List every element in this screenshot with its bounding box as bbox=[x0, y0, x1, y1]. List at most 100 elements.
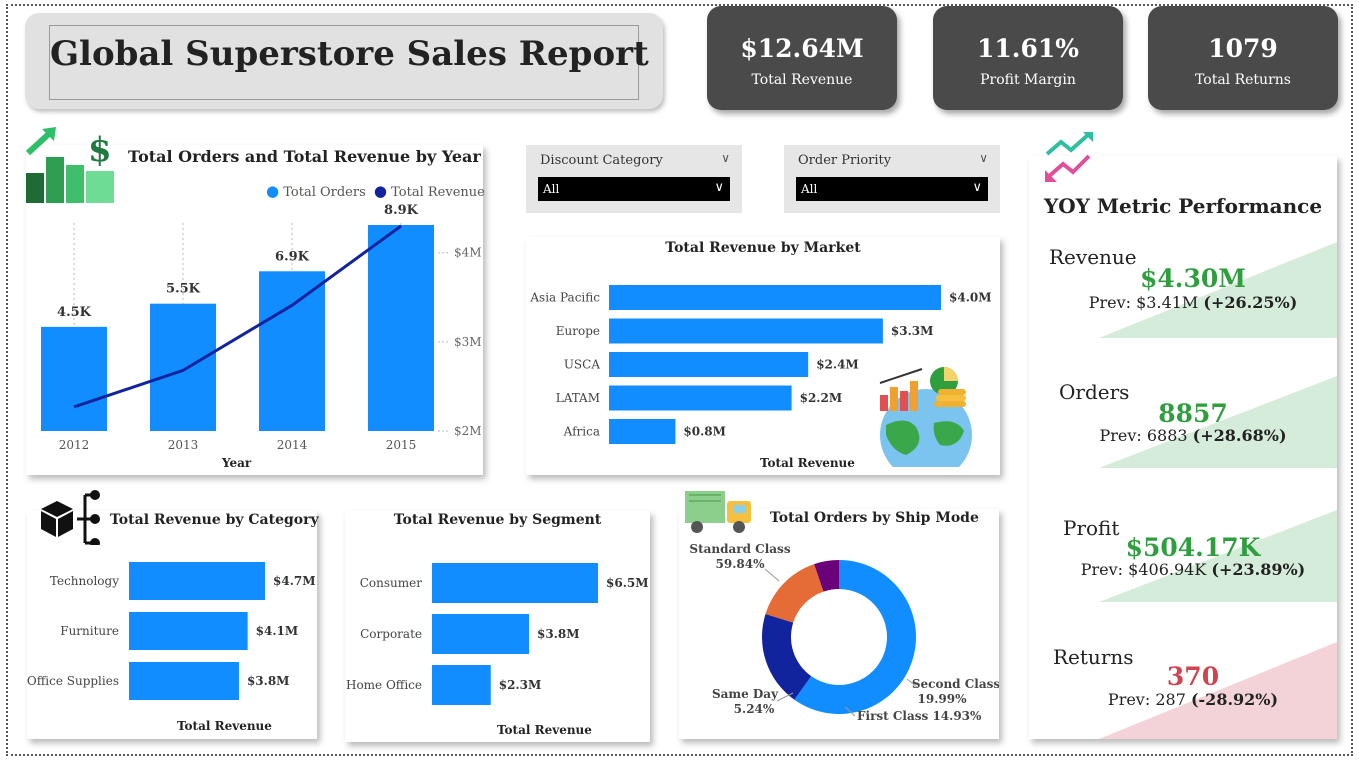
bar bbox=[129, 562, 265, 600]
kpi-value: $12.64M bbox=[740, 34, 864, 63]
y2-tick-label: $4M bbox=[454, 246, 482, 260]
slice-percent: 59.84% bbox=[716, 557, 766, 571]
kpi-label: Total Returns bbox=[1195, 72, 1291, 88]
x-axis-label: Total Revenue bbox=[497, 723, 592, 737]
y-tick-label: Europe bbox=[556, 324, 600, 338]
orders-by-ship-mode-donut: Standard Class59.84% Second Class19.99% Fi… bbox=[689, 542, 999, 723]
prev-label: Prev: bbox=[1080, 560, 1124, 579]
bar-data-label: $3.3M bbox=[891, 324, 934, 338]
slice-label: First Class 14.93% bbox=[857, 709, 982, 723]
chevron-down-icon: ∨ bbox=[714, 180, 724, 195]
bar bbox=[432, 665, 491, 705]
bar-data-label: $0.8M bbox=[683, 425, 726, 439]
x-tick-label: 2014 bbox=[277, 438, 308, 452]
prev-label: Prev: bbox=[1099, 426, 1142, 445]
bar-data-label: 6.9K bbox=[275, 249, 310, 264]
bar-data-label: $3.8M bbox=[537, 627, 580, 641]
x-tick-label: 2012 bbox=[59, 438, 90, 452]
yoy-revenue: Revenue $4.30M Prev: $3.41M (+26.25%) bbox=[1029, 242, 1337, 372]
x-axis-label: Total Revenue bbox=[177, 719, 272, 733]
kpi-profit-margin: 11.61% Profit Margin bbox=[933, 6, 1123, 110]
bar-total-orders bbox=[259, 271, 325, 431]
metric-value: 370 bbox=[1166, 662, 1220, 691]
chevron-down-icon[interactable]: ∨ bbox=[979, 151, 988, 165]
bar bbox=[432, 563, 598, 603]
bar-data-label: $2.4M bbox=[816, 358, 859, 372]
yoy-orders: Orders 8857 Prev: 6883 (+28.68%) bbox=[1029, 376, 1337, 506]
bar-data-label: 8.9K bbox=[384, 203, 419, 218]
prev-value: 6883 bbox=[1146, 426, 1188, 445]
bar bbox=[129, 662, 239, 700]
metric-prev: Prev: 287 (-28.92%) bbox=[1049, 690, 1337, 709]
kpi-total-revenue: $12.64M Total Revenue bbox=[707, 6, 897, 110]
prev-value: $406.94K bbox=[1128, 560, 1207, 579]
bar bbox=[609, 318, 883, 344]
bar-total-orders bbox=[368, 225, 434, 431]
kpi-total-returns: 1079 Total Returns bbox=[1148, 6, 1338, 110]
y-tick-label: Corporate bbox=[360, 627, 422, 641]
bar bbox=[609, 385, 792, 411]
bar-data-label: $2.2M bbox=[800, 391, 843, 405]
metric-prev: Prev: $406.94K (+23.89%) bbox=[1049, 560, 1337, 579]
discount-category-slicer[interactable]: Discount Category ∨ All ∨ bbox=[526, 145, 742, 213]
orders-by-ship-mode-card: Total Orders by Ship Mode Standard Class… bbox=[679, 491, 999, 739]
x-tick-label: 2015 bbox=[386, 438, 417, 452]
bar-data-label: 5.5K bbox=[166, 282, 201, 297]
leader-line bbox=[776, 692, 794, 702]
y-tick-label: Technology bbox=[50, 574, 119, 588]
bar bbox=[609, 285, 941, 310]
metric-prev: Prev: $3.41M (+26.25%) bbox=[1049, 293, 1337, 312]
chevron-down-icon[interactable]: ∨ bbox=[721, 151, 730, 165]
bar bbox=[609, 419, 676, 444]
bar-data-label: $6.5M bbox=[606, 576, 649, 590]
yoy-title: YOY Metric Performance bbox=[1043, 194, 1323, 218]
prev-value: $3.41M bbox=[1136, 293, 1199, 312]
prev-label: Prev: bbox=[1088, 293, 1132, 312]
report-title-box: Global Superstore Sales Report bbox=[49, 25, 649, 100]
order-priority-slicer[interactable]: Order Priority ∨ All ∨ bbox=[784, 145, 1000, 213]
y-tick-label: Consumer bbox=[360, 576, 423, 590]
orders-revenue-by-year-chart: $2M $3M $4M 4.5K 2012 5.5K 2013 6.9K 2014 8.9K 201… bbox=[41, 203, 482, 452]
kpi-value: 11.61% bbox=[976, 34, 1080, 63]
y-tick-label: Asia Pacific bbox=[529, 291, 600, 305]
metric-value: $504.17K bbox=[1125, 533, 1261, 562]
slice-label: Standard Class bbox=[689, 542, 790, 556]
slicer-dropdown[interactable]: All ∨ bbox=[796, 177, 988, 201]
line-total-revenue bbox=[73, 224, 402, 409]
bar-data-label: $2.3M bbox=[499, 678, 542, 692]
bar-data-label: $3.8M bbox=[247, 674, 290, 688]
bar bbox=[432, 614, 530, 654]
kpi-label: Profit Margin bbox=[980, 72, 1076, 88]
metric-value: $4.30M bbox=[1140, 264, 1246, 293]
revenue-by-market-card: Total Revenue by Market Asia Pacific $4.0… bbox=[526, 237, 1000, 475]
bar-data-label: $4.0M bbox=[949, 291, 992, 305]
slicer-value: All bbox=[543, 182, 560, 196]
x-axis-label: Total Revenue bbox=[760, 456, 855, 470]
y-tick-label: Office Supplies bbox=[27, 674, 119, 688]
slice-percent: 5.24% bbox=[734, 702, 775, 716]
y2-tick-label: $3M bbox=[454, 335, 482, 349]
revenue-by-segment-chart: Consumer $6.5M Corporate $3.8M Home Office $2… bbox=[346, 563, 649, 705]
metric-prev: Prev: 6883 (+28.68%) bbox=[1049, 426, 1337, 445]
bar-data-label: $4.7M bbox=[273, 574, 316, 588]
bar-total-orders bbox=[150, 303, 216, 431]
bar bbox=[609, 352, 809, 377]
slicer-dropdown[interactable]: All ∨ bbox=[538, 177, 730, 201]
y2-tick-label: $2M bbox=[454, 424, 482, 438]
kpi-label: Total Revenue bbox=[751, 72, 853, 88]
trend-arrows-icon bbox=[1045, 132, 1093, 182]
bar bbox=[129, 612, 248, 650]
report-title: Global Superstore Sales Report bbox=[50, 34, 649, 74]
yoy-returns: Returns 370 Prev: 287 (-28.92%) bbox=[1029, 642, 1337, 762]
prev-label: Prev: bbox=[1107, 690, 1151, 709]
revenue-by-segment-card: Total Revenue by Segment Consumer $6.5M Co… bbox=[345, 511, 650, 742]
slice-percent: 19.99% bbox=[918, 692, 968, 706]
y-tick-label: USCA bbox=[564, 358, 601, 372]
report-title-card: Global Superstore Sales Report bbox=[25, 13, 663, 109]
prev-change: (+23.89%) bbox=[1211, 560, 1306, 579]
chevron-down-icon: ∨ bbox=[972, 180, 982, 195]
metric-value: 8857 bbox=[1158, 399, 1228, 428]
globe-analytics-icon bbox=[879, 367, 972, 467]
slice-label: Second Class bbox=[912, 677, 999, 691]
prev-change: (-28.92%) bbox=[1190, 690, 1279, 709]
